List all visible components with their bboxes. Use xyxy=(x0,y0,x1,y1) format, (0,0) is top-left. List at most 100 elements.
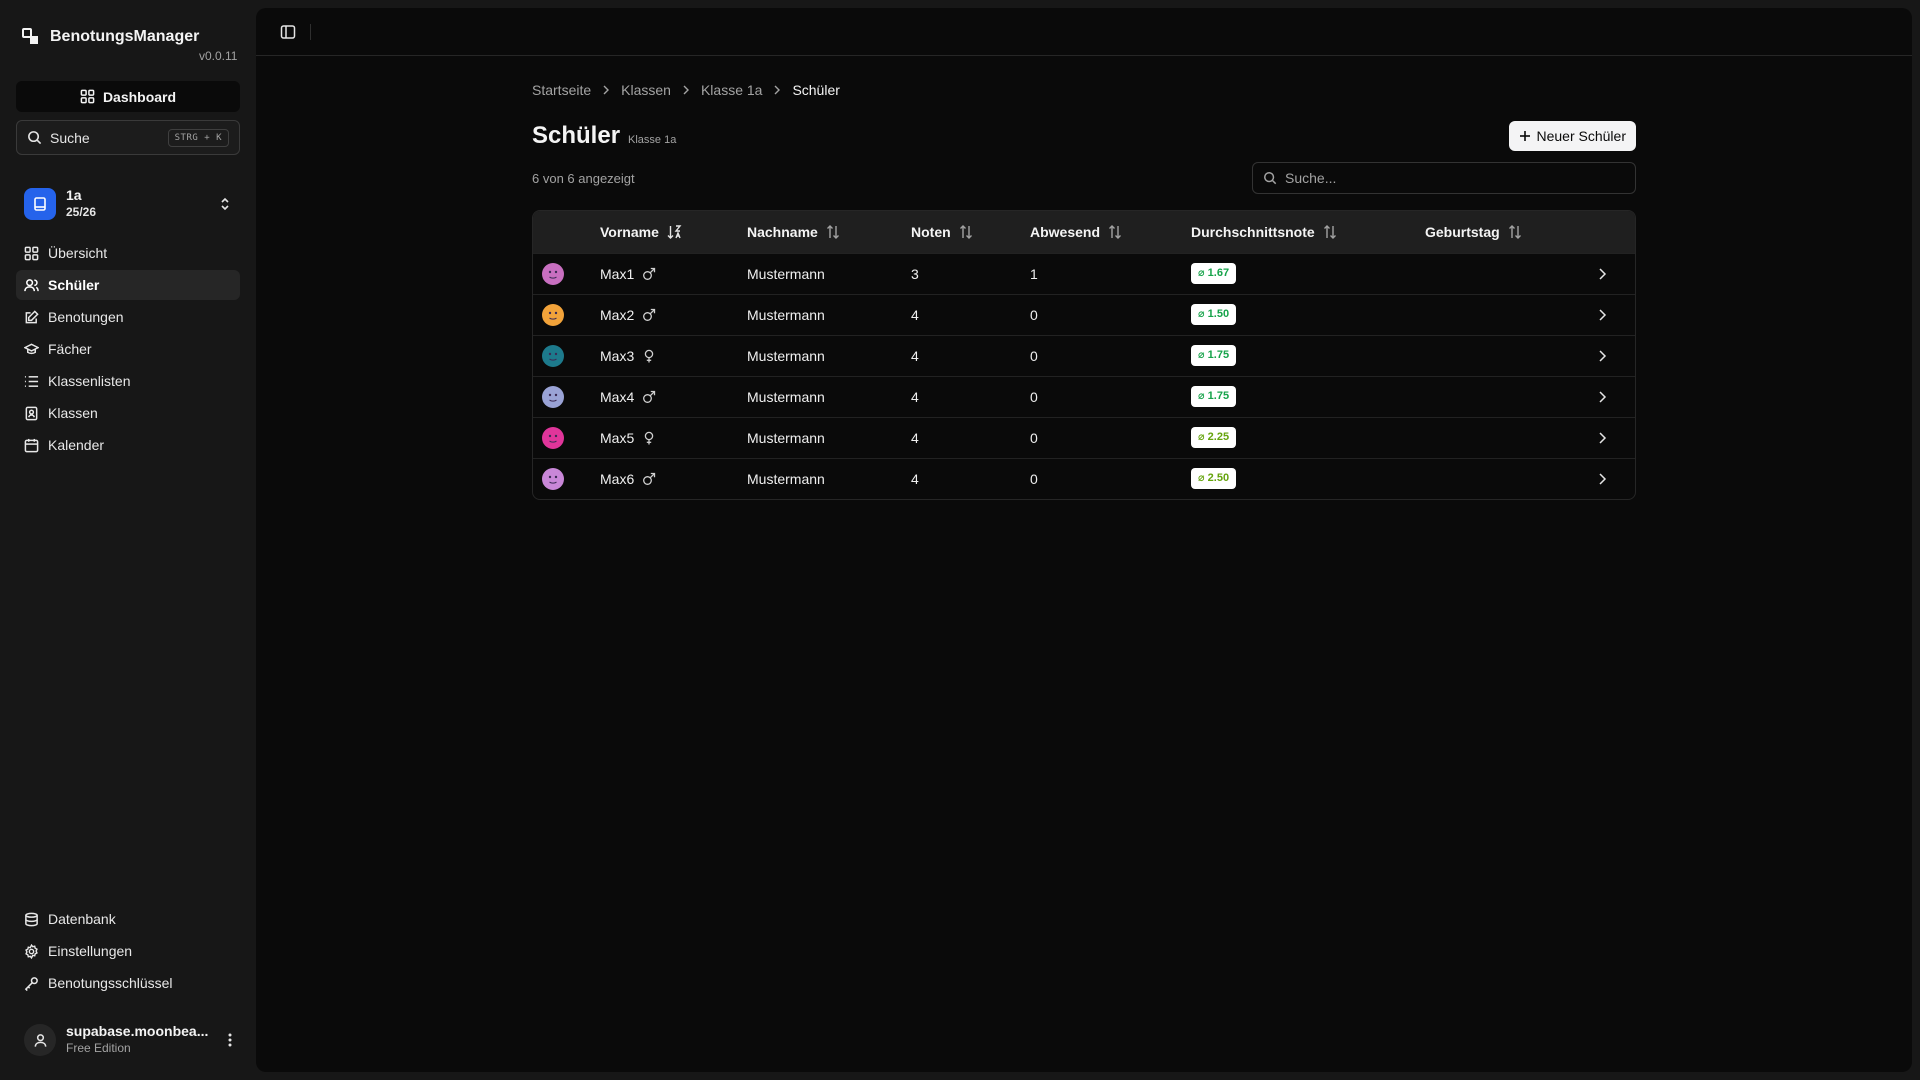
chevron-right-icon[interactable] xyxy=(1595,390,1635,404)
user-menu[interactable]: supabase.moonbea... Free Edition xyxy=(16,1020,240,1060)
cell-durchschnitt: ⌀ 1.75 xyxy=(1191,376,1425,417)
col-avatar xyxy=(533,211,600,253)
cell-abwesend: 0 xyxy=(1030,335,1191,376)
sidebar-item-label: Datenbank xyxy=(48,911,116,927)
student-absences: 0 xyxy=(1030,347,1038,364)
students-table: Vorname Nachname Noten Abwesend Durchsch… xyxy=(532,210,1636,500)
sidebar-item-label: Klassenlisten xyxy=(48,373,131,389)
table-row[interactable]: Max5 Mustermann 4 0 ⌀ 2.25 xyxy=(533,417,1635,458)
chevron-right-icon[interactable] xyxy=(1595,267,1635,281)
male-icon xyxy=(642,472,656,486)
table-row[interactable]: Max4 Mustermann 4 0 ⌀ 1.75 xyxy=(533,376,1635,417)
chevron-right-icon[interactable] xyxy=(1595,472,1635,486)
student-avatar xyxy=(542,303,564,326)
cell-noten: 4 xyxy=(911,417,1030,458)
col-abwesend[interactable]: Abwesend xyxy=(1030,211,1191,253)
student-search[interactable] xyxy=(1252,162,1636,194)
sort-icon[interactable] xyxy=(1108,224,1122,239)
dashboard-button[interactable]: Dashboard xyxy=(16,81,240,112)
col-noten[interactable]: Noten xyxy=(911,211,1030,253)
table-row[interactable]: Max2 Mustermann 4 0 ⌀ 1.50 xyxy=(533,294,1635,335)
sidebar-item-klassen[interactable]: Klassen xyxy=(16,398,240,428)
sidebar-item-label: Kalender xyxy=(48,437,105,453)
cell-avatar xyxy=(533,335,600,376)
search-input[interactable] xyxy=(1285,170,1625,186)
col-label: Geburtstag xyxy=(1425,223,1500,240)
breadcrumb-klasse[interactable]: Klasse 1a xyxy=(701,82,762,98)
cell-abwesend: 0 xyxy=(1030,417,1191,458)
sidebar-item-kalender[interactable]: Kalender xyxy=(16,430,240,460)
sidebar-item-klassenlisten[interactable]: Klassenlisten xyxy=(16,366,240,396)
sidebar-item-label: Benotungen xyxy=(48,309,124,325)
table-header-row: Vorname Nachname Noten Abwesend Durchsch… xyxy=(533,211,1635,253)
col-vorname[interactable]: Vorname xyxy=(600,211,747,253)
cell-abwesend: 0 xyxy=(1030,458,1191,499)
col-nachname[interactable]: Nachname xyxy=(747,211,911,253)
chevron-right-icon xyxy=(601,85,611,95)
chevron-right-icon[interactable] xyxy=(1595,431,1635,445)
student-absences: 0 xyxy=(1030,470,1038,487)
sort-icon[interactable] xyxy=(1508,224,1522,239)
sort-icon[interactable] xyxy=(959,224,973,239)
class-switcher[interactable]: 1a 25/26 xyxy=(16,184,240,224)
col-label: Vorname xyxy=(600,223,659,240)
sidebar-item-uebersicht[interactable]: Übersicht xyxy=(16,238,240,268)
topbar-divider xyxy=(310,23,311,40)
contact-book-icon xyxy=(24,406,39,421)
cell-open[interactable] xyxy=(1595,376,1635,417)
sidebar-bottom-nav: Datenbank Einstellungen Benotungsschlüss… xyxy=(16,904,240,1000)
col-durchschnittsnote[interactable]: Durchschnittsnote xyxy=(1191,211,1425,253)
sidebar-search[interactable]: Suche STRG + K xyxy=(16,120,240,155)
sort-icon[interactable] xyxy=(1323,224,1337,239)
cell-avatar xyxy=(533,253,600,294)
cell-open[interactable] xyxy=(1595,294,1635,335)
student-absences: 0 xyxy=(1030,388,1038,405)
student-lastname: Mustermann xyxy=(747,265,825,282)
breadcrumb-startseite[interactable]: Startseite xyxy=(532,82,591,98)
breadcrumb-klassen[interactable]: Klassen xyxy=(621,82,671,98)
sidebar-item-faecher[interactable]: Fächer xyxy=(16,334,240,364)
cell-open[interactable] xyxy=(1595,458,1635,499)
sort-ascending-icon[interactable] xyxy=(667,225,682,239)
col-label: Abwesend xyxy=(1030,223,1101,240)
cell-vorname: Max6 xyxy=(600,458,747,499)
female-icon xyxy=(642,349,656,363)
sidebar-item-benotungen[interactable]: Benotungen xyxy=(16,302,240,332)
sidebar-item-einstellungen[interactable]: Einstellungen xyxy=(16,936,240,966)
cell-open[interactable] xyxy=(1595,417,1635,458)
plus-icon xyxy=(1519,130,1531,142)
col-geburtstag[interactable]: Geburtstag xyxy=(1425,211,1595,253)
chevron-right-icon[interactable] xyxy=(1595,349,1635,363)
table-row[interactable]: Max3 Mustermann 4 0 ⌀ 1.75 xyxy=(533,335,1635,376)
table-row[interactable]: Max1 Mustermann 3 1 ⌀ 1.67 xyxy=(533,253,1635,294)
cell-durchschnitt: ⌀ 2.25 xyxy=(1191,417,1425,458)
chevron-right-icon[interactable] xyxy=(1595,308,1635,322)
edit-icon xyxy=(24,309,39,325)
col-label: Durchschnittsnote xyxy=(1191,223,1315,240)
chevron-right-icon xyxy=(681,85,691,95)
sidebar: BenotungsManager v0.0.11 Dashboard Suche… xyxy=(0,0,256,1080)
student-lastname: Mustermann xyxy=(747,306,825,323)
cell-open[interactable] xyxy=(1595,253,1635,294)
cell-vorname: Max2 xyxy=(600,294,747,335)
student-grade-count: 4 xyxy=(911,429,919,446)
search-icon xyxy=(27,130,42,145)
new-student-button[interactable]: Neuer Schüler xyxy=(1508,121,1636,151)
student-firstname: Max4 xyxy=(600,388,635,405)
table-row[interactable]: Max6 Mustermann 4 0 ⌀ 2.50 xyxy=(533,458,1635,499)
more-vertical-icon[interactable] xyxy=(228,1033,232,1047)
sidebar-item-datenbank[interactable]: Datenbank xyxy=(16,904,240,934)
new-student-label: Neuer Schüler xyxy=(1536,128,1627,144)
student-grade-count: 4 xyxy=(911,347,919,364)
sidebar-toggle-icon[interactable] xyxy=(280,24,296,40)
student-firstname: Max5 xyxy=(600,429,635,446)
app-brand[interactable]: BenotungsManager xyxy=(22,28,199,46)
sort-icon[interactable] xyxy=(826,224,840,239)
class-year: 25/26 xyxy=(66,205,97,219)
student-firstname: Max1 xyxy=(600,265,635,282)
cell-open[interactable] xyxy=(1595,335,1635,376)
student-grade-count: 3 xyxy=(911,265,919,282)
sidebar-item-schueler[interactable]: Schüler xyxy=(16,270,240,300)
cell-nachname: Mustermann xyxy=(747,253,911,294)
sidebar-item-benotungsschluessel[interactable]: Benotungsschlüssel xyxy=(16,968,240,998)
